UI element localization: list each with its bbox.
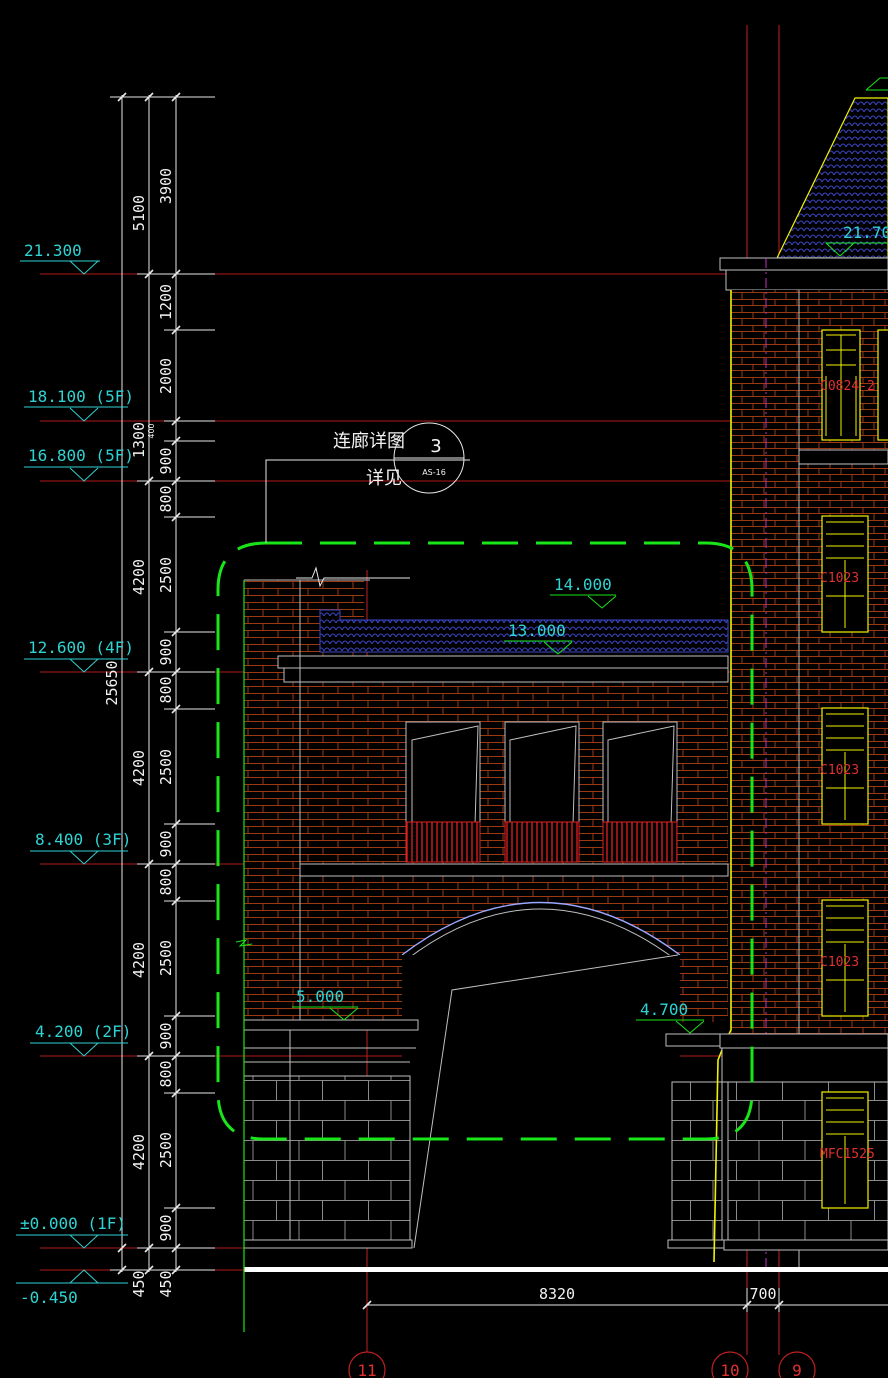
spot-level-corridor-roof: 13.000 [508, 621, 566, 640]
elevation-label: 4.200 (2F) [35, 1022, 131, 1041]
detail-see-label: 详见 [366, 468, 402, 489]
grid-label: 11 [357, 1361, 376, 1378]
elevation-marker: 4.200 (2F) [30, 1022, 131, 1057]
grid-bubbles: 11 10 9 [348, 1351, 816, 1378]
window-tag: MFC1525 [820, 1147, 875, 1162]
window-tag: C0824-2 [820, 379, 875, 394]
elevation-marker: 8.400 (3F) [30, 830, 131, 865]
corridor-elevation [243, 579, 729, 1268]
dim-small: 400 [147, 423, 156, 438]
detail-sheet: AS-16 [422, 468, 446, 477]
elevation-label: ±0.000 (1F) [20, 1214, 126, 1233]
dim-mid: 4200 [130, 1134, 148, 1170]
elevation-marker: 18.100 (5F) [24, 387, 134, 422]
cad-drawing: 25650 5100 4200 4200 4200 4200 450 3900 … [0, 0, 888, 1378]
detail-callout: 连廊详图 详见 3 AS-16 [265, 422, 470, 588]
spot-level-roof: 21.70 [843, 223, 888, 242]
dim-inner: 2500 [157, 1132, 175, 1168]
dim-mid: 4200 [130, 559, 148, 595]
dim-total: 25650 [103, 660, 121, 705]
dim-inner: 2000 [157, 358, 175, 394]
dim-inner: 800 [157, 868, 175, 895]
dim-mid: 4200 [130, 942, 148, 978]
elevation-label: 16.800 (5F) [28, 446, 134, 465]
elevation-label: 18.100 (5F) [28, 387, 134, 406]
dim-inner: 1200 [157, 284, 175, 320]
spot-level-corridor-floor: 5.000 [296, 987, 344, 1006]
spot-level-parapet: 14.000 [554, 575, 612, 594]
dim-inner: 2500 [157, 940, 175, 976]
elevation-marker: 16.800 (5F) [24, 446, 134, 482]
bottom-dimensions: 8320 700 [362, 1285, 888, 1312]
grid-label: 9 [792, 1361, 802, 1378]
dim-inner: 2500 [157, 749, 175, 785]
dim-inner: 800 [157, 1060, 175, 1087]
elevation-drawing: 25650 5100 4200 4200 4200 4200 450 3900 … [16, 25, 888, 1378]
spot-level-passage: 4.700 [640, 1000, 688, 1019]
dim-inner: 900 [157, 1022, 175, 1049]
elevation-label: 21.300 [24, 241, 82, 260]
dim-inner: 3900 [157, 168, 175, 204]
dim-inner: 900 [157, 830, 175, 857]
detail-number: 3 [430, 436, 441, 457]
dim-inner: 900 [157, 447, 175, 474]
elevation-markers: 21.300 18.100 (5F) 16.800 (5F) 12.600 (4… [16, 241, 134, 1307]
elevation-label: 12.600 (4F) [28, 638, 134, 657]
detail-title: 连廊详图 [333, 431, 405, 452]
dimension-values: 25650 5100 4200 4200 4200 4200 450 3900 … [103, 168, 175, 1298]
dim-inner: 450 [157, 1270, 175, 1297]
window-tag: C1023 [820, 763, 859, 778]
elevation-marker: ±0.000 (1F) [16, 1214, 128, 1249]
elevation-marker: -0.450 [16, 1269, 128, 1307]
dim-inner: 900 [157, 1214, 175, 1241]
elevation-marker: 21.300 [20, 241, 100, 275]
grid-label: 10 [720, 1361, 739, 1378]
dim-inner: 800 [157, 676, 175, 703]
dim-inner: 2500 [157, 557, 175, 593]
dim-top-5100: 5100 [130, 195, 148, 231]
dim-inner: 900 [157, 638, 175, 665]
main-building: C0824-2 C1023 C1023 C1023 MFC1525 [713, 97, 888, 1268]
dim-small-span: 700 [749, 1285, 776, 1303]
elevation-label: -0.450 [20, 1288, 78, 1307]
dim-mid: 450 [130, 1270, 148, 1297]
dim-inner: 800 [157, 485, 175, 512]
window-tag: C1023 [820, 571, 859, 586]
dim-span: 8320 [539, 1285, 575, 1303]
dim-mid: 4200 [130, 750, 148, 786]
elevation-label: 8.400 (3F) [35, 830, 131, 849]
window-tag: C1023 [820, 955, 859, 970]
